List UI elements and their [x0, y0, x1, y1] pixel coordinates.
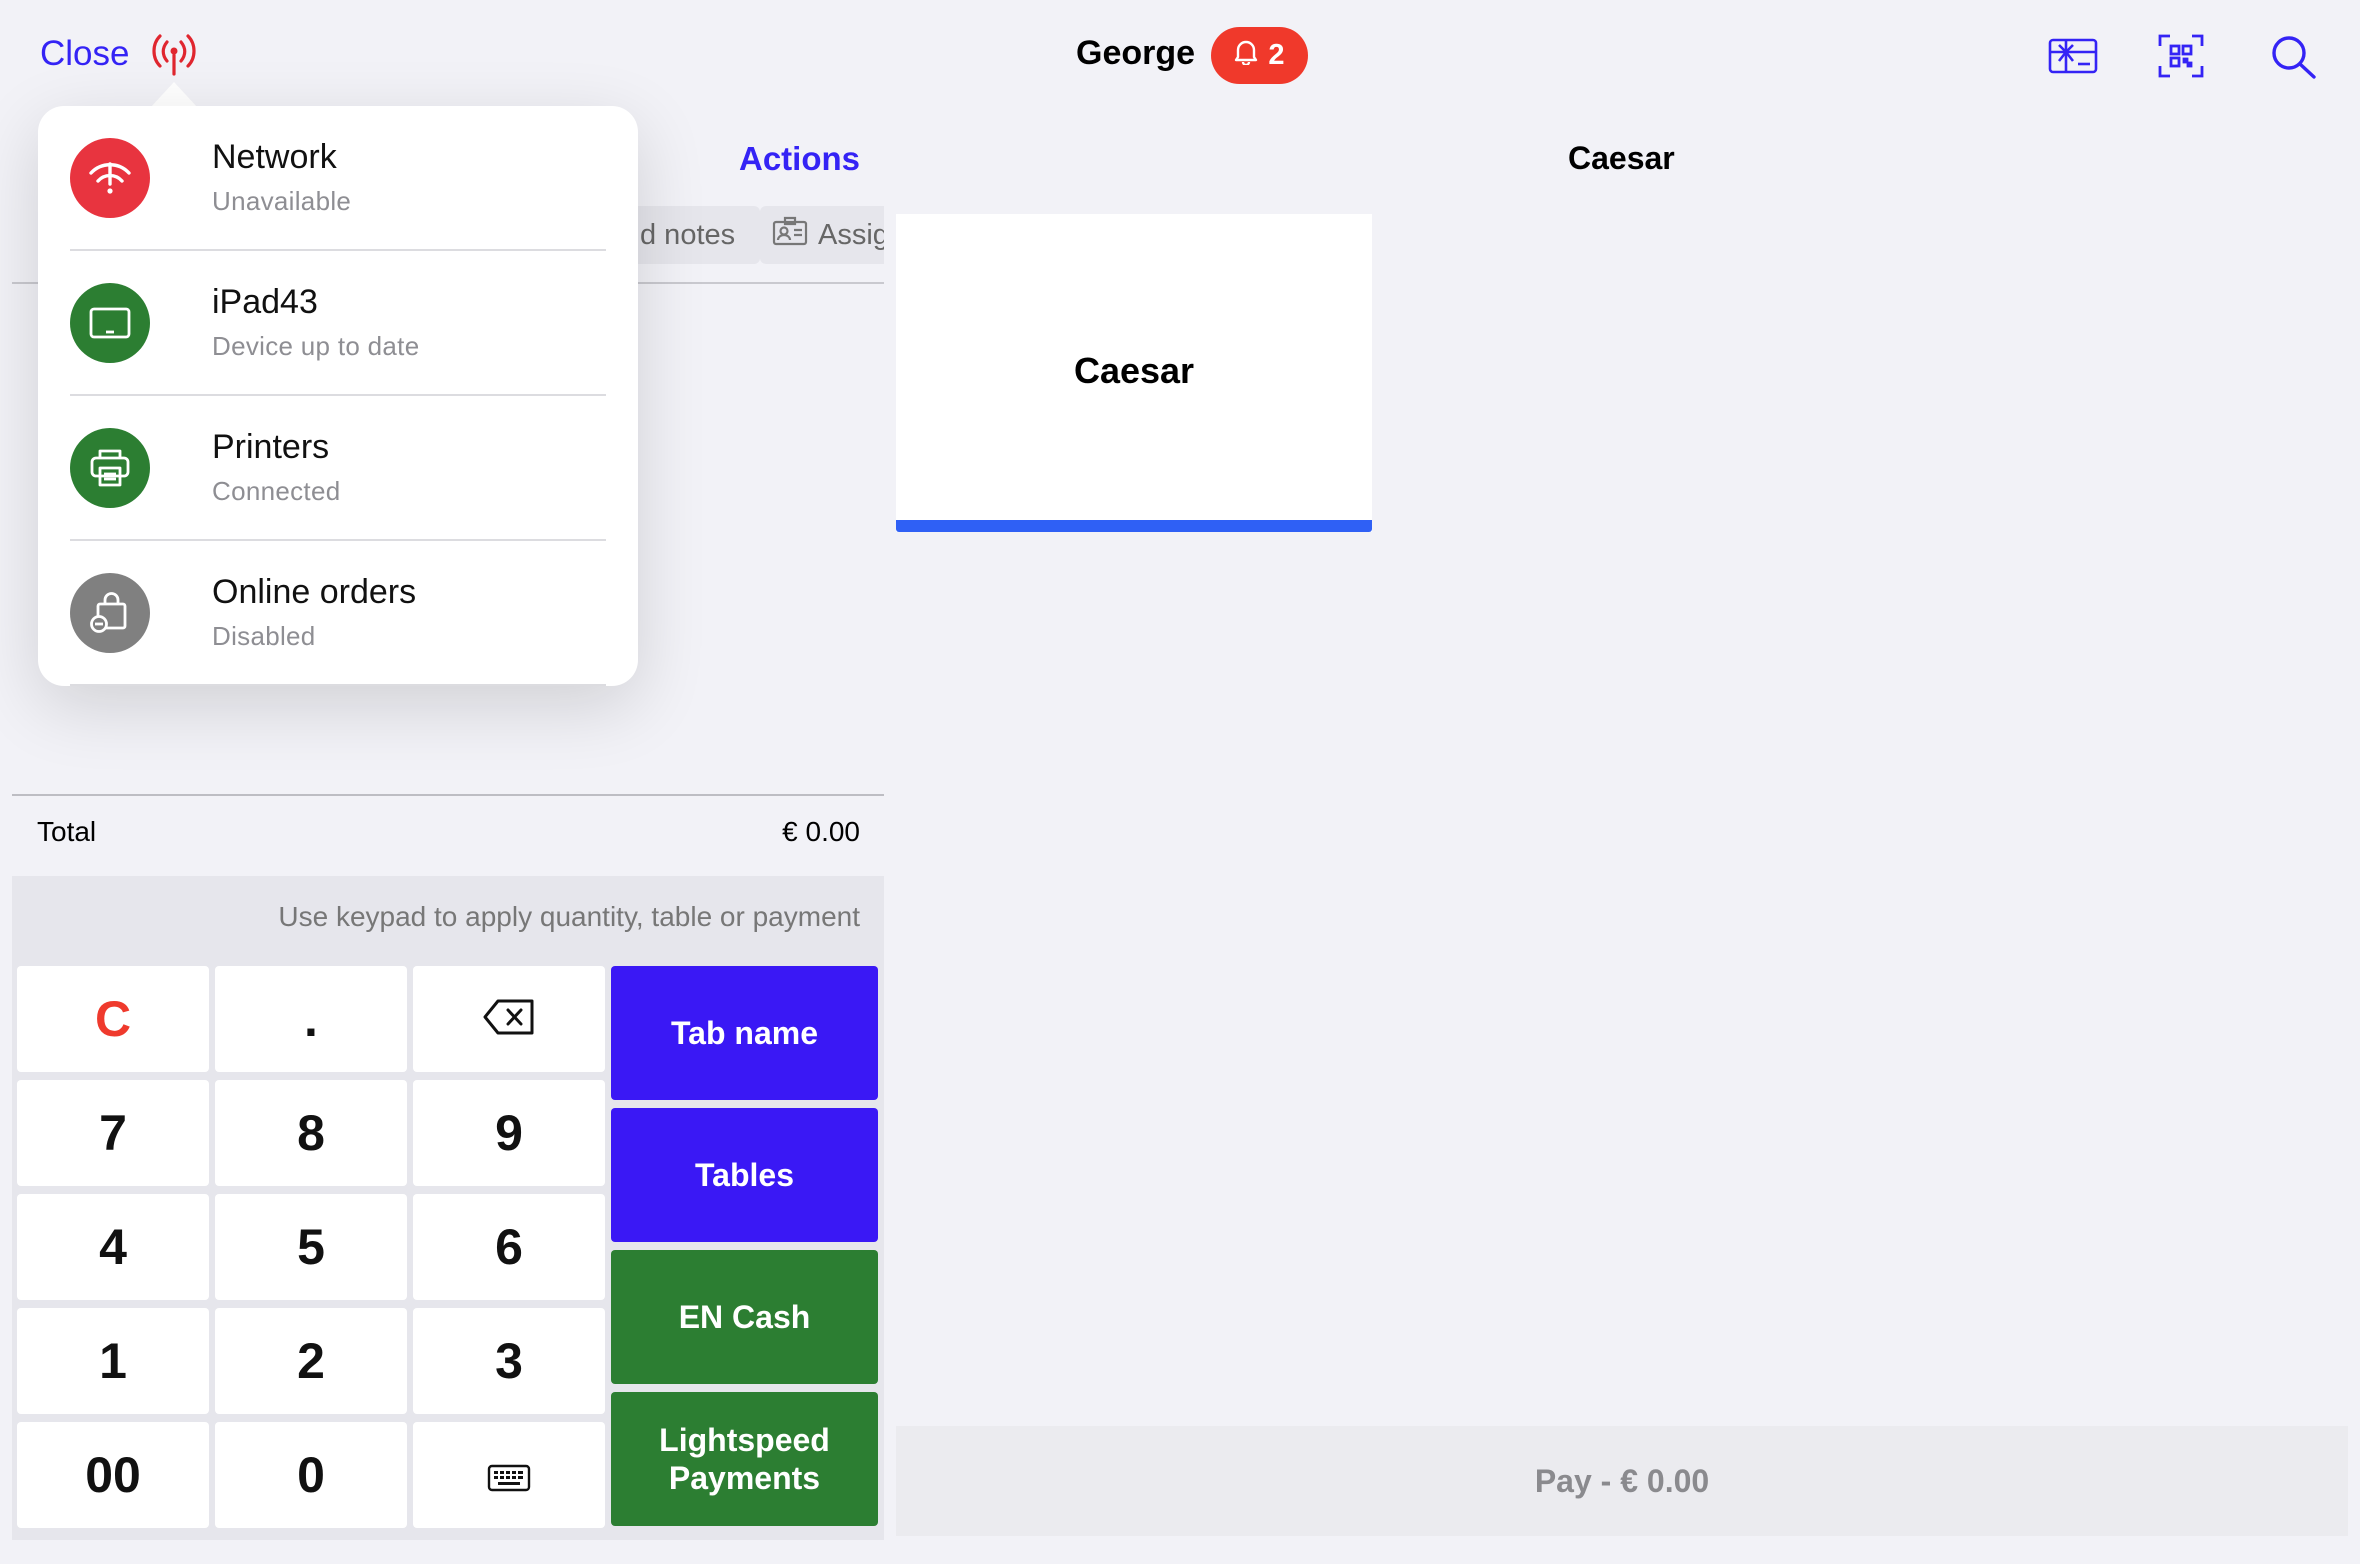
pay-button[interactable]: Pay - € 0.00 [896, 1426, 2348, 1536]
status-item-subtitle: Device up to date [212, 331, 420, 361]
assign-icon [772, 216, 808, 254]
key-clear[interactable]: C [17, 966, 209, 1072]
status-item-network[interactable]: Network Unavailable [70, 106, 606, 251]
cash-payment-button[interactable]: EN Cash [611, 1250, 878, 1384]
top-bar: Close George 2 [0, 0, 2360, 110]
shopping-bag-icon [70, 573, 150, 653]
status-item-title: Online orders [212, 573, 417, 611]
status-item-title: Printers [212, 428, 330, 466]
user-name[interactable]: George [1076, 34, 1195, 73]
total-divider [12, 794, 884, 796]
qr-scan-icon[interactable] [2158, 34, 2208, 78]
key-1[interactable]: 1 [17, 1308, 209, 1414]
wifi-off-icon [70, 138, 150, 218]
printer-icon [70, 428, 150, 508]
key-7[interactable]: 7 [17, 1080, 209, 1186]
status-item-subtitle: Connected [212, 476, 341, 506]
keypad-hint: Use keypad to apply quantity, table or p… [278, 901, 860, 932]
keypad: Use keypad to apply quantity, table or p… [12, 876, 884, 1540]
assign-chip-label: Assig [818, 218, 884, 251]
key-8[interactable]: 8 [215, 1080, 407, 1186]
backspace-icon [482, 990, 536, 1048]
category-card-color-bar [896, 520, 1372, 532]
key-keyboard[interactable] [413, 1422, 605, 1528]
divider [70, 684, 606, 686]
total-label: Total [37, 816, 97, 847]
search-icon[interactable] [2270, 34, 2320, 79]
total-value: € 0.00 [782, 816, 860, 847]
key-00[interactable]: 00 [17, 1422, 209, 1528]
key-4[interactable]: 4 [17, 1194, 209, 1300]
antenna-icon[interactable] [148, 30, 200, 78]
notifications-badge[interactable]: 2 [1211, 27, 1308, 84]
status-item-subtitle: Unavailable [212, 186, 352, 216]
tables-button[interactable]: Tables [611, 1108, 878, 1242]
bell-icon [1234, 39, 1258, 73]
key-6[interactable]: 6 [413, 1194, 605, 1300]
key-0[interactable]: 0 [215, 1422, 407, 1528]
status-item-title: Network [212, 138, 337, 176]
notifications-count: 2 [1268, 39, 1285, 71]
tab-name-button[interactable]: Tab name [611, 966, 878, 1100]
key-backspace[interactable] [413, 966, 605, 1072]
key-decimal[interactable]: . [215, 966, 407, 1072]
notes-chip[interactable]: d notes [628, 206, 760, 264]
status-item-subtitle: Disabled [212, 621, 316, 651]
key-5[interactable]: 5 [215, 1194, 407, 1300]
close-button[interactable]: Close [40, 34, 129, 74]
status-item-device[interactable]: iPad43 Device up to date [70, 251, 606, 396]
notes-chip-label: d notes [640, 218, 736, 251]
menu-section-title: Caesar [1568, 140, 1675, 176]
popover-arrow [150, 82, 198, 108]
keyboard-icon [487, 1446, 531, 1504]
key-3[interactable]: 3 [413, 1308, 605, 1414]
key-2[interactable]: 2 [215, 1308, 407, 1414]
status-item-title: iPad43 [212, 283, 318, 321]
lightspeed-payments-button[interactable]: Lightspeed Payments [611, 1392, 878, 1526]
status-popover: Network Unavailable iPad43 Device up to … [38, 106, 638, 686]
assign-chip[interactable]: Assig [760, 206, 884, 264]
actions-button[interactable]: Actions [739, 140, 860, 178]
key-9[interactable]: 9 [413, 1080, 605, 1186]
tablet-icon [70, 283, 150, 363]
status-item-printers[interactable]: Printers Connected [70, 396, 606, 541]
gift-card-icon[interactable] [2048, 34, 2098, 78]
category-card-caesar[interactable]: Caesar [896, 214, 1372, 532]
category-card-label: Caesar [1073, 350, 1195, 391]
status-item-online-orders[interactable]: Online orders Disabled [70, 541, 606, 686]
